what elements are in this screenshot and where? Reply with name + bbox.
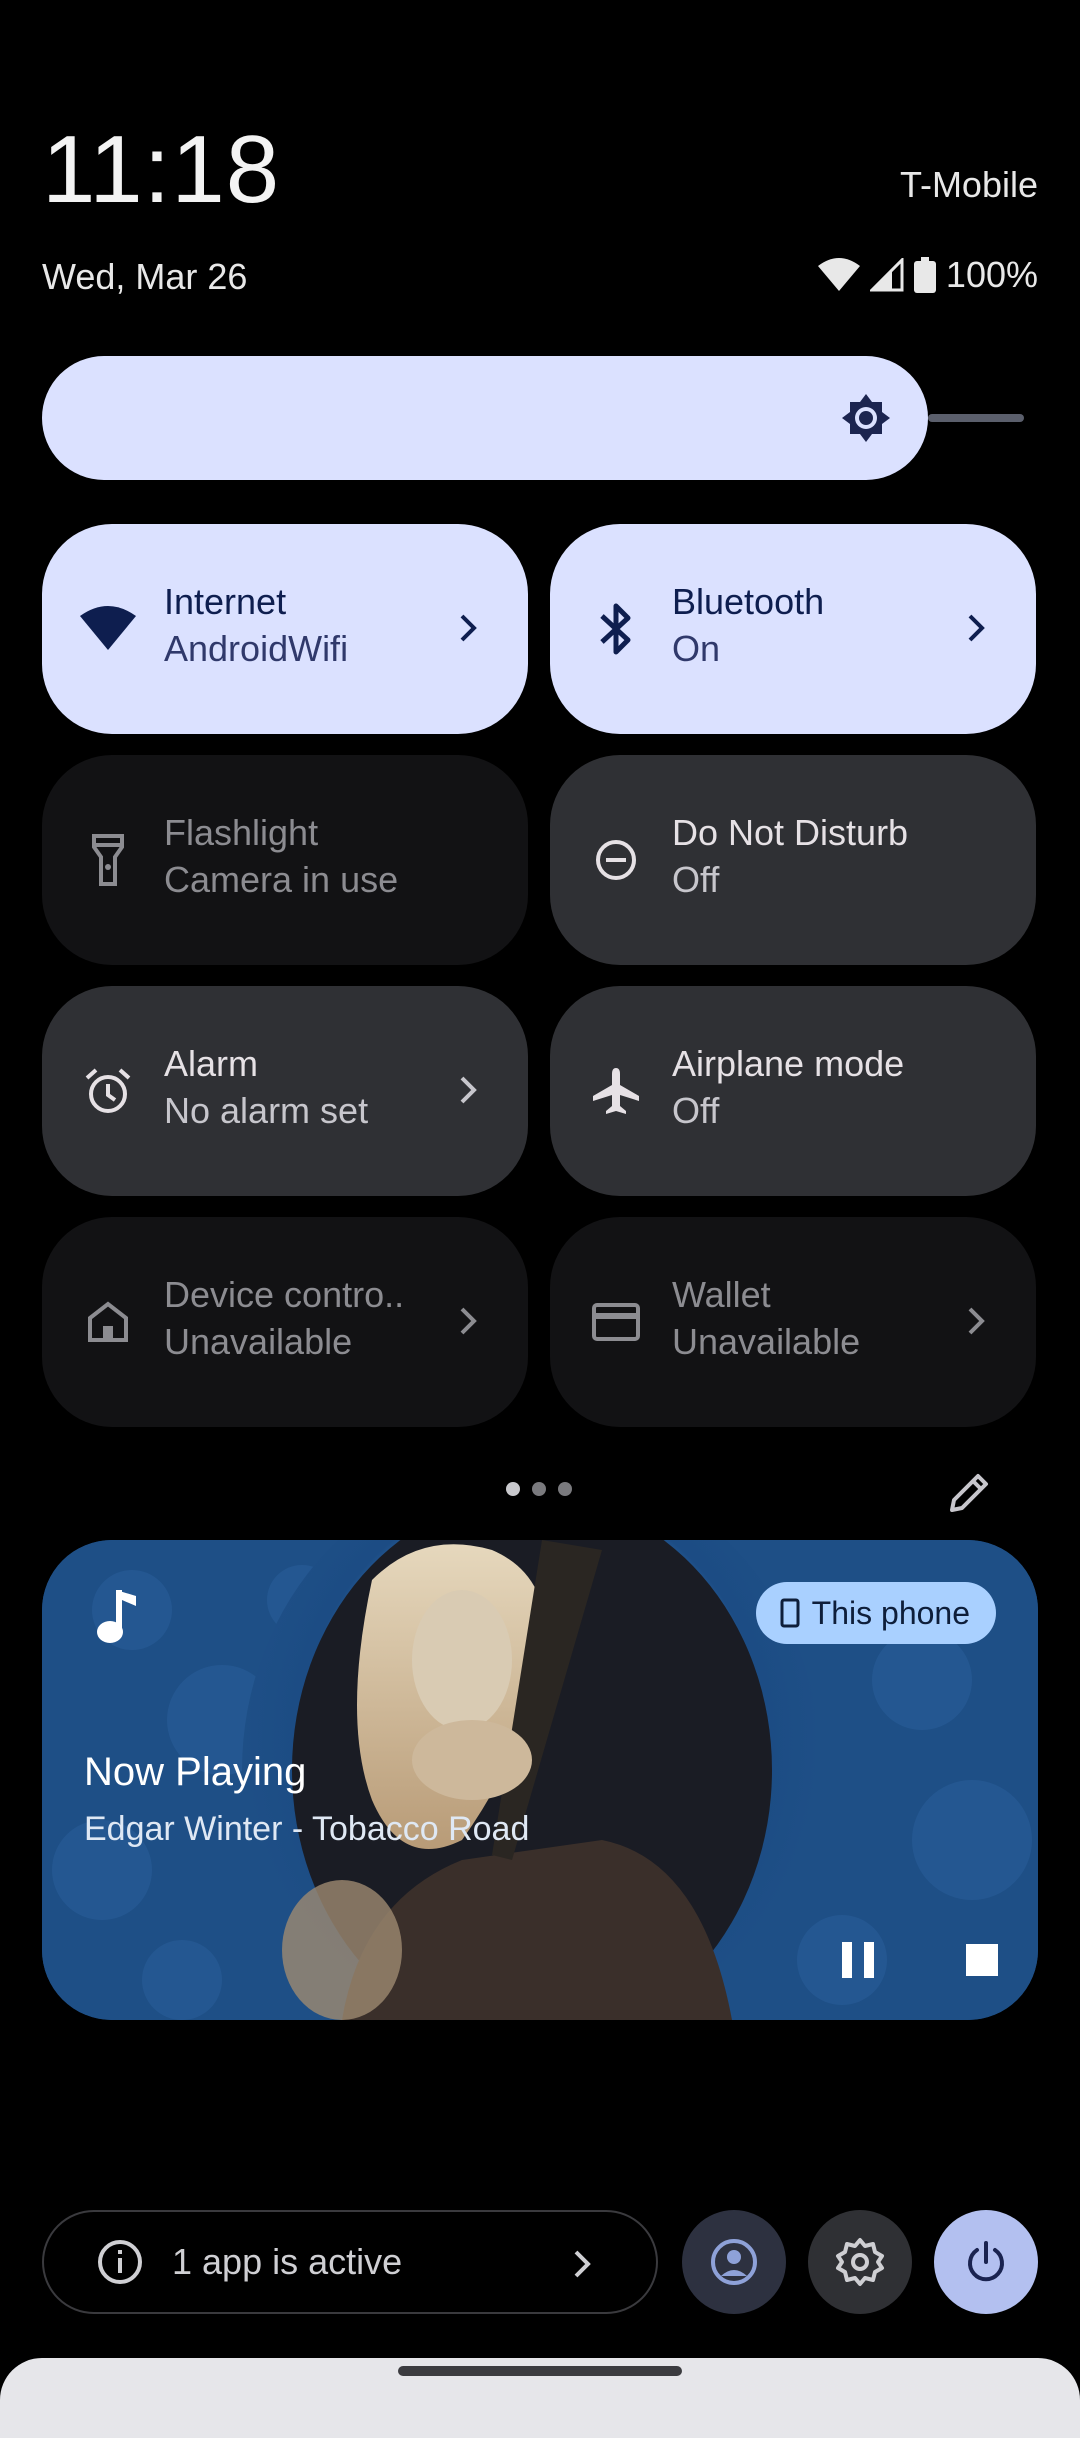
tile-wallet[interactable]: Wallet Unavailable (550, 1217, 1036, 1427)
gear-icon (836, 2238, 884, 2286)
tile-status: On (672, 628, 721, 669)
brightness-slider[interactable] (42, 356, 1024, 480)
tile-label: Internet (164, 581, 287, 622)
tile-status: Camera in use (164, 859, 399, 900)
flashlight-icon (78, 830, 138, 890)
tile-label: Flashlight (164, 812, 319, 853)
airplane-icon (586, 1061, 646, 1121)
tile-status: Unavailable (672, 1321, 861, 1362)
tile-label: Airplane mode (672, 1043, 905, 1084)
tile-do-not-disturb[interactable]: Do Not Disturb Off (550, 755, 1036, 965)
brightness-slider-track[interactable] (928, 414, 1024, 422)
stop-icon[interactable] (954, 1932, 1010, 1988)
do-not-disturb-icon (586, 830, 646, 890)
tile-internet[interactable]: Internet AndroidWifi (42, 524, 528, 734)
pause-icon[interactable] (830, 1932, 886, 1988)
alarm-icon (78, 1061, 138, 1121)
tile-label: Bluetooth (672, 581, 825, 622)
media-subtitle: Edgar Winter - Tobacco Road (84, 1810, 530, 1848)
carrier-name: T-Mobile (899, 164, 1038, 205)
tile-status: No alarm set (164, 1090, 369, 1131)
battery-percent: 100% (945, 254, 1038, 295)
chevron-right-icon[interactable] (450, 610, 486, 646)
tile-label: Do Not Disturb (672, 812, 909, 853)
brightness-icon (842, 394, 890, 442)
brightness-slider-fill[interactable] (42, 356, 928, 480)
power-icon (968, 2241, 1004, 2282)
tile-airplane-mode[interactable]: Airplane mode Off (550, 986, 1036, 1196)
tile-flashlight[interactable]: Flashlight Camera in use (42, 755, 528, 965)
page-dot (506, 1482, 520, 1496)
home-icon (78, 1292, 138, 1352)
page-dot (558, 1482, 572, 1496)
tile-status: Off (672, 859, 720, 900)
tile-device-controls[interactable]: Device contro.. Unavailable (42, 1217, 528, 1427)
wifi-icon (817, 258, 860, 291)
date[interactable]: Wed, Mar 26 (42, 256, 247, 298)
wifi-icon (78, 599, 138, 659)
tile-label: Wallet (672, 1274, 771, 1315)
active-apps-button[interactable]: 1 app is active (42, 2210, 658, 2314)
user-switcher-button[interactable] (682, 2210, 786, 2314)
tile-status: AndroidWifi (164, 628, 349, 669)
account-icon (711, 2239, 757, 2285)
chevron-right-icon (574, 2250, 591, 2278)
chevron-right-icon[interactable] (958, 610, 994, 646)
tile-label: Alarm (164, 1043, 259, 1084)
chevron-right-icon[interactable] (450, 1303, 486, 1339)
cell-signal-icon (869, 258, 904, 292)
battery-icon (913, 257, 936, 293)
music-note-icon (97, 1590, 136, 1643)
status-icons: 100% (817, 254, 1038, 296)
tile-alarm[interactable]: Alarm No alarm set (42, 986, 528, 1196)
clock[interactable]: 11:18 (42, 122, 280, 218)
bluetooth-icon (586, 599, 646, 659)
output-device-chip[interactable]: This phone (755, 1582, 996, 1644)
phone-icon (780, 1598, 800, 1628)
wallet-icon (586, 1292, 646, 1352)
chevron-right-icon[interactable] (450, 1072, 486, 1108)
media-title: Now Playing (84, 1750, 307, 1794)
tile-status: Unavailable (164, 1321, 353, 1362)
active-apps-label: 1 app is active (172, 2241, 403, 2282)
page-dot (532, 1482, 546, 1496)
info-icon (98, 2240, 142, 2284)
drag-handle[interactable] (398, 2366, 682, 2376)
media-player-card[interactable]: This phone Now Playing Edgar Winter - To… (42, 1540, 1038, 2020)
chevron-right-icon[interactable] (958, 1303, 994, 1339)
tile-label: Device contro.. (164, 1274, 405, 1315)
settings-button[interactable] (808, 2210, 912, 2314)
output-device-label: This phone (811, 1594, 970, 1631)
power-button[interactable] (934, 2210, 1038, 2314)
tile-status: Off (672, 1090, 720, 1131)
page-indicator (506, 1482, 572, 1496)
tile-bluetooth[interactable]: Bluetooth On (550, 524, 1036, 734)
edit-pencil-icon[interactable] (946, 1468, 994, 1516)
